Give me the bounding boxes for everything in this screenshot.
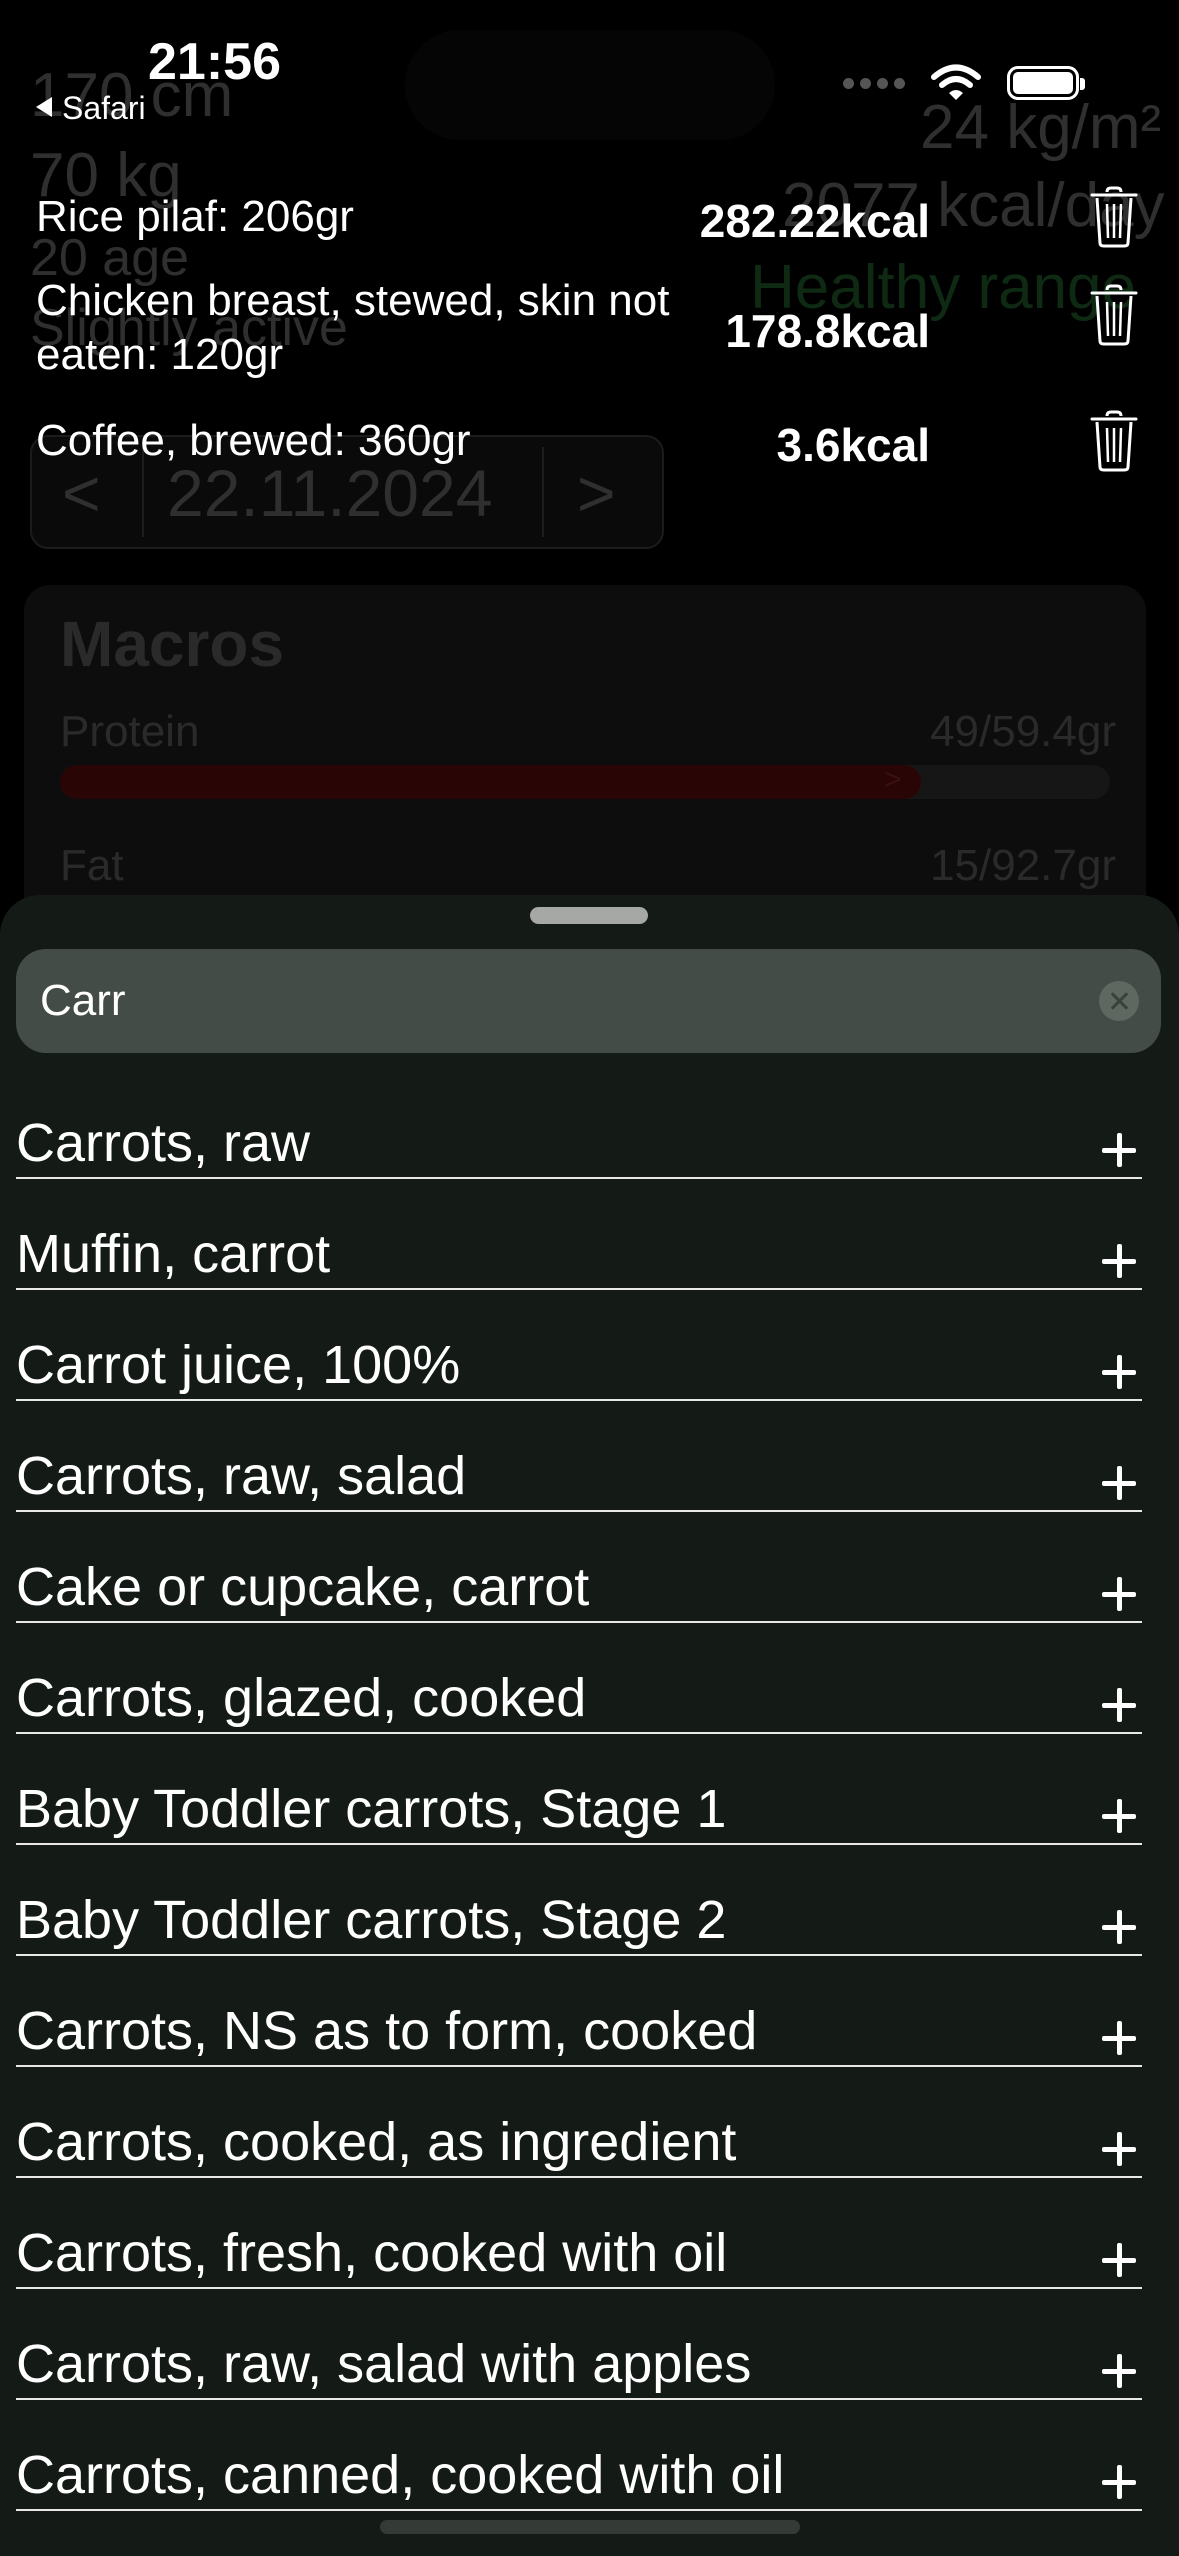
back-arrow-icon — [36, 97, 52, 117]
result-row[interactable]: Carrot juice, 100% — [16, 1292, 1142, 1401]
fat-value: 15/92.7gr — [930, 841, 1116, 890]
status-time: 21:56 — [148, 33, 281, 91]
result-label: Carrots, NS as to form, cooked — [16, 2001, 758, 2061]
result-label: Carrot juice, 100% — [16, 1335, 461, 1395]
result-row[interactable]: Cake or cupcake, carrot — [16, 1514, 1142, 1623]
entry-kcal: 3.6kcal — [776, 419, 930, 471]
signal-dots-icon — [843, 77, 905, 89]
wifi-icon — [931, 64, 981, 100]
food-entry: Chicken breast, stewed, skin not eaten: … — [36, 274, 1146, 384]
macros-card: Macros Protein 49/59.4gr > Fat 15/92.7gr — [24, 585, 1146, 925]
result-label: Muffin, carrot — [16, 1224, 331, 1284]
food-search-sheet: Carrots, raw Muffin, carrot Carrot juice, … — [0, 895, 1179, 2556]
result-row[interactable]: Carrots, raw, salad with apples — [16, 2291, 1142, 2400]
status-icons — [843, 64, 1085, 102]
result-row[interactable]: Baby Toddler carrots, Stage 1 — [16, 1736, 1142, 1845]
protein-value: 49/59.4gr — [930, 707, 1116, 756]
plus-icon[interactable] — [1100, 1353, 1138, 1391]
trash-icon[interactable] — [1090, 284, 1138, 346]
result-row[interactable]: Baby Toddler carrots, Stage 2 — [16, 1847, 1142, 1956]
back-to-safari[interactable]: Safari — [36, 90, 146, 127]
plus-icon[interactable] — [1100, 1131, 1138, 1169]
plus-icon[interactable] — [1100, 1242, 1138, 1280]
trash-icon[interactable] — [1090, 410, 1138, 472]
protein-bar-fill — [60, 765, 921, 799]
back-label: Safari — [62, 90, 146, 126]
result-row[interactable]: Carrots, raw, salad — [16, 1403, 1142, 1512]
fat-label: Fat — [60, 841, 124, 890]
plus-icon[interactable] — [1100, 2019, 1138, 2057]
plus-icon[interactable] — [1100, 1464, 1138, 1502]
search-field[interactable] — [16, 949, 1161, 1053]
result-row[interactable]: Carrots, glazed, cooked — [16, 1625, 1142, 1734]
home-indicator — [380, 2520, 800, 2534]
food-entry: Coffee, brewed: 360gr 3.6kcal — [36, 410, 1146, 472]
battery-icon — [1007, 66, 1085, 100]
dynamic-island — [405, 30, 775, 140]
result-row[interactable]: Carrots, cooked, as ingredient — [16, 2069, 1142, 2178]
result-label: Carrots, raw, salad with apples — [16, 2334, 752, 2394]
bg-bmi: 24 kg/m² — [920, 93, 1162, 162]
result-label: Baby Toddler carrots, Stage 1 — [16, 1779, 727, 1839]
plus-icon[interactable] — [1100, 2352, 1138, 2390]
entry-kcal: 282.22kcal — [699, 195, 930, 247]
entry-name: Rice pilaf: 206gr — [36, 192, 354, 241]
plus-icon[interactable] — [1100, 2241, 1138, 2279]
result-row[interactable]: Muffin, carrot — [16, 1181, 1142, 1290]
plus-icon[interactable] — [1100, 1797, 1138, 1835]
result-row[interactable]: Carrots, fresh, cooked with oil — [16, 2180, 1142, 2289]
entry-name: Coffee, brewed: 360gr — [36, 416, 471, 465]
entry-name: Chicken breast, stewed, skin not eaten: … — [36, 276, 670, 379]
result-label: Carrots, glazed, cooked — [16, 1668, 587, 1728]
plus-icon[interactable] — [1100, 1908, 1138, 1946]
protein-label: Protein — [60, 707, 200, 756]
result-label: Carrots, raw — [16, 1113, 311, 1173]
protein-arrow: > — [884, 763, 902, 796]
result-row[interactable]: Carrots, NS as to form, cooked — [16, 1958, 1142, 2067]
result-label: Baby Toddler carrots, Stage 2 — [16, 1890, 727, 1950]
clear-icon[interactable] — [1099, 981, 1139, 1021]
plus-icon[interactable] — [1100, 2463, 1138, 2501]
result-label: Carrots, raw, salad — [16, 1446, 467, 1506]
sheet-grabber[interactable] — [530, 907, 648, 924]
food-entry: Rice pilaf: 206gr 282.22kcal — [36, 186, 1146, 248]
search-results: Carrots, raw Muffin, carrot Carrot juice, … — [16, 1070, 1142, 2513]
result-row[interactable]: Carrots, canned, cooked with oil — [16, 2402, 1142, 2511]
macros-title: Macros — [60, 608, 285, 680]
result-label: Carrots, cooked, as ingredient — [16, 2112, 737, 2172]
plus-icon[interactable] — [1100, 1575, 1138, 1613]
plus-icon[interactable] — [1100, 2130, 1138, 2168]
result-row[interactable]: Carrots, raw — [16, 1070, 1142, 1179]
result-label: Cake or cupcake, carrot — [16, 1557, 590, 1617]
trash-icon[interactable] — [1090, 186, 1138, 248]
result-label: Carrots, canned, cooked with oil — [16, 2445, 785, 2505]
entry-kcal: 178.8kcal — [725, 305, 930, 357]
plus-icon[interactable] — [1100, 1686, 1138, 1724]
search-input[interactable] — [40, 949, 1070, 1053]
result-label: Carrots, fresh, cooked with oil — [16, 2223, 728, 2283]
protein-bar — [60, 765, 1110, 799]
